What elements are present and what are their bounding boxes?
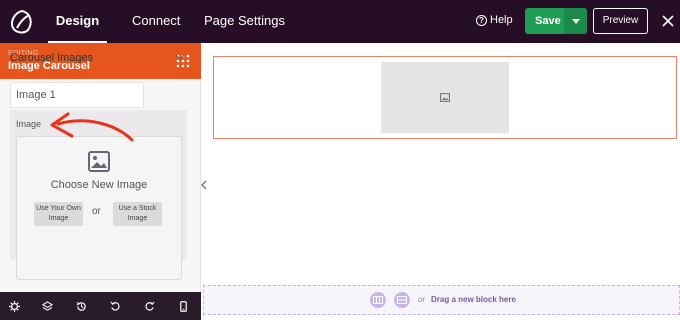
or-label: or [92, 206, 101, 217]
dropzone-or-label: or [418, 295, 426, 304]
undo-icon[interactable] [110, 301, 121, 312]
close-icon[interactable] [660, 11, 676, 31]
caret-down-icon [571, 18, 580, 24]
carousel-image-placeholder[interactable] [381, 62, 509, 133]
carousel-item-tab[interactable]: Image 1 [10, 82, 144, 108]
chevron-left-icon [201, 180, 207, 190]
top-bar: Design Connect Page Settings ? Help Save… [0, 0, 680, 43]
help-icon: ? [476, 14, 487, 26]
chevron-down-icon[interactable] [175, 53, 185, 61]
gear-icon[interactable] [9, 301, 20, 312]
rows-icon[interactable] [394, 292, 410, 308]
save-options-button[interactable] [564, 8, 587, 34]
help-label: Help [490, 14, 513, 26]
collapse-sidebar-handle[interactable] [200, 178, 208, 192]
redo-icon[interactable] [144, 301, 155, 312]
annotation-arrow-icon [50, 112, 134, 142]
preview-button[interactable]: Preview [593, 8, 648, 34]
layers-icon[interactable] [42, 301, 53, 312]
columns-icon[interactable] [370, 292, 386, 308]
use-stock-image-button[interactable]: Use a Stock Image [113, 202, 162, 226]
sidebar-toolbar [0, 292, 201, 320]
history-icon[interactable] [76, 301, 87, 312]
mobile-icon[interactable] [178, 301, 189, 312]
help-link[interactable]: ? Help [476, 14, 513, 26]
tab-page-settings[interactable]: Page Settings [204, 0, 285, 43]
choose-new-image-label[interactable]: Choose New Image [16, 179, 182, 191]
use-own-image-button[interactable]: Use Your Own Image [34, 202, 83, 226]
image-placeholder-icon [440, 93, 450, 102]
tab-design[interactable]: Design [48, 0, 107, 43]
section-title[interactable]: Carousel Images [10, 52, 93, 64]
image-icon [88, 151, 110, 172]
dropzone-label: Drag a new block here [431, 295, 516, 304]
tab-connect[interactable]: Connect [132, 0, 180, 43]
leaf-logo-icon[interactable] [4, 4, 40, 40]
